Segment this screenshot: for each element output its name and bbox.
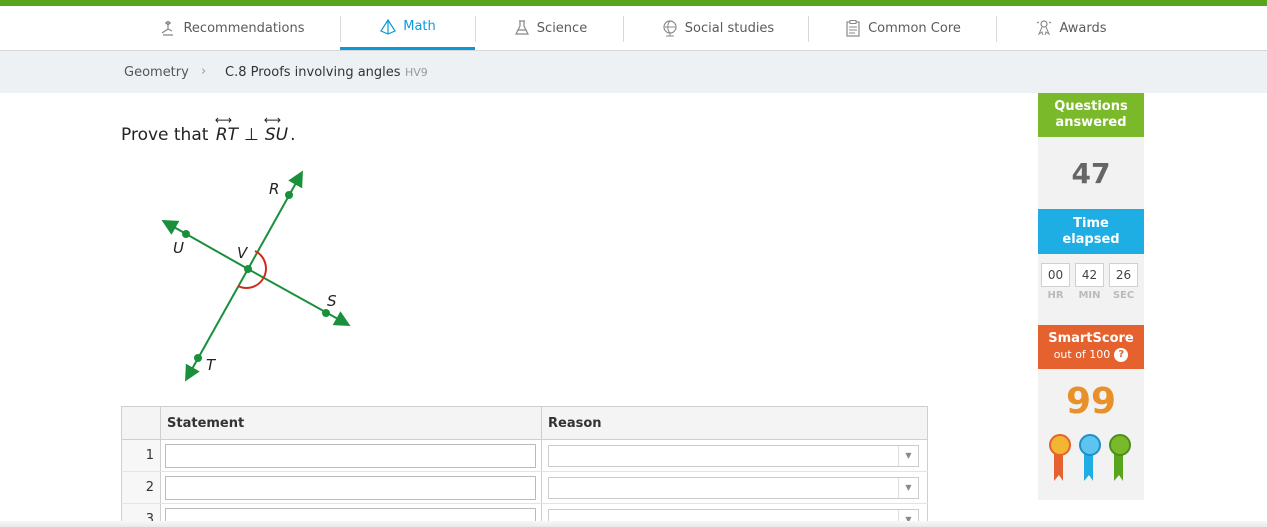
breadcrumb: Geometry › C.8 Proofs involving angles H… bbox=[0, 51, 1267, 93]
statement-input[interactable] bbox=[165, 475, 536, 500]
timer-seconds: 26 bbox=[1109, 263, 1138, 287]
point-v bbox=[244, 265, 252, 273]
nav-item-awards[interactable]: Awards bbox=[1030, 6, 1112, 50]
nav-label-common-core: Common Core bbox=[868, 20, 961, 36]
label-v: V bbox=[237, 244, 249, 262]
chevron-down-icon: ▼ bbox=[898, 445, 918, 466]
row-number: 1 bbox=[121, 439, 161, 472]
reason-cell: ▼ bbox=[541, 471, 928, 504]
smartscore-sub-label: out of 100 bbox=[1053, 348, 1111, 361]
page-bottom-edge bbox=[0, 521, 1267, 527]
nav-item-science[interactable]: Science bbox=[500, 6, 600, 50]
questions-answered-label: Questions answered bbox=[1054, 99, 1128, 130]
table-row: 2 ▼ bbox=[121, 471, 928, 504]
breadcrumb-subject-link[interactable]: Geometry bbox=[124, 65, 189, 80]
statement-header: Statement bbox=[160, 406, 542, 440]
clipboard-icon bbox=[846, 20, 860, 37]
nav-divider bbox=[808, 16, 809, 42]
timer-hours-label: HR bbox=[1047, 290, 1064, 301]
statement-cell bbox=[160, 471, 542, 504]
label-s: S bbox=[327, 292, 337, 310]
label-u: U bbox=[173, 239, 184, 257]
timer-minutes-label: MIN bbox=[1078, 290, 1101, 301]
point-t bbox=[194, 354, 202, 362]
nav-label-recommendations: Recommendations bbox=[183, 20, 305, 36]
statement-input[interactable] bbox=[165, 443, 536, 468]
timer: 00 42 26 HR MIN SEC bbox=[1038, 254, 1144, 325]
reason-cell: ▼ bbox=[541, 439, 928, 472]
nav-item-social-studies[interactable]: Social studies bbox=[655, 6, 780, 50]
nav-divider bbox=[623, 16, 624, 42]
ribbon-icon bbox=[1049, 434, 1071, 481]
smartscore-label: SmartScore bbox=[1048, 331, 1134, 346]
smartscore-subtitle: out of 100? bbox=[1038, 347, 1144, 363]
proof-table: Statement Reason 1 ▼ 2 ▼ 3 ▼ bbox=[121, 406, 928, 527]
nav-label-math: Math bbox=[403, 19, 436, 34]
nav-divider bbox=[475, 16, 476, 42]
smartscore-value: 99 bbox=[1065, 381, 1117, 422]
globe-icon bbox=[663, 20, 677, 37]
chevron-down-icon: ▼ bbox=[898, 477, 918, 498]
nav-item-common-core[interactable]: Common Core bbox=[840, 6, 965, 50]
questions-answered-header: Questions answered bbox=[1038, 93, 1144, 137]
perpendicular-symbol: ⊥ bbox=[244, 125, 259, 145]
skill-code: HV9 bbox=[405, 66, 428, 79]
reason-dropdown[interactable]: ▼ bbox=[548, 476, 919, 499]
progress-sidebar: Questions answered 47 Time elapsed 00 42… bbox=[1038, 93, 1144, 500]
subject-nav: Recommendations Math Science Social stud… bbox=[0, 6, 1267, 51]
line-rt-label: RT bbox=[215, 125, 239, 145]
proof-table-header-row: Statement Reason bbox=[121, 406, 928, 440]
awards-icon bbox=[1037, 20, 1052, 36]
table-row: 1 ▼ bbox=[121, 439, 928, 472]
help-icon[interactable]: ? bbox=[1114, 348, 1129, 362]
breadcrumb-skill: C.8 Proofs involving angles bbox=[225, 65, 401, 80]
timer-hours: 00 bbox=[1041, 263, 1070, 287]
ribbon-icon bbox=[1079, 434, 1101, 481]
flask-icon bbox=[514, 20, 529, 35]
chevron-right-icon: › bbox=[201, 64, 207, 79]
nav-item-math[interactable]: Math bbox=[340, 6, 475, 50]
nav-item-recommendations[interactable]: Recommendations bbox=[157, 6, 307, 50]
smartscore-header: SmartScore out of 100? bbox=[1038, 325, 1144, 369]
time-elapsed-header: Time elapsed bbox=[1038, 209, 1144, 254]
point-s bbox=[322, 309, 330, 317]
pyramid-icon bbox=[380, 18, 397, 35]
double-arrow-icon: ⟷ bbox=[263, 113, 281, 127]
time-elapsed-label: Time elapsed bbox=[1062, 215, 1120, 247]
line-su-label: SU bbox=[264, 125, 289, 145]
row-number: 2 bbox=[121, 471, 161, 504]
ribbon-icon bbox=[1109, 434, 1131, 481]
nav-label-science: Science bbox=[536, 20, 588, 36]
prompt-suffix: . bbox=[290, 125, 296, 145]
question-prompt: Prove that ⟷ RT ⊥ ⟷ SU . bbox=[121, 113, 296, 145]
timer-seconds-label: SEC bbox=[1112, 290, 1135, 301]
prompt-prefix: Prove that bbox=[121, 125, 209, 145]
label-t: T bbox=[206, 356, 217, 374]
line-su: ⟷ SU bbox=[264, 113, 289, 145]
point-r bbox=[285, 191, 293, 199]
timer-minutes: 42 bbox=[1075, 263, 1104, 287]
statement-cell bbox=[160, 439, 542, 472]
point-u bbox=[182, 230, 190, 238]
recommendations-icon bbox=[162, 20, 174, 36]
label-r: R bbox=[269, 180, 279, 198]
nav-label-awards: Awards bbox=[1059, 20, 1107, 36]
reason-dropdown[interactable]: ▼ bbox=[548, 444, 919, 467]
reason-header: Reason bbox=[541, 406, 928, 440]
nav-label-social-studies: Social studies bbox=[684, 20, 775, 36]
row-number-header bbox=[121, 406, 161, 440]
smartscore-body: 99 bbox=[1038, 369, 1144, 500]
geometry-figure: R U V S T bbox=[161, 170, 351, 382]
questions-answered-value: 47 bbox=[1038, 137, 1144, 209]
nav-divider bbox=[996, 16, 997, 42]
double-arrow-icon: ⟷ bbox=[214, 113, 232, 127]
line-rt: ⟷ RT bbox=[215, 113, 239, 145]
